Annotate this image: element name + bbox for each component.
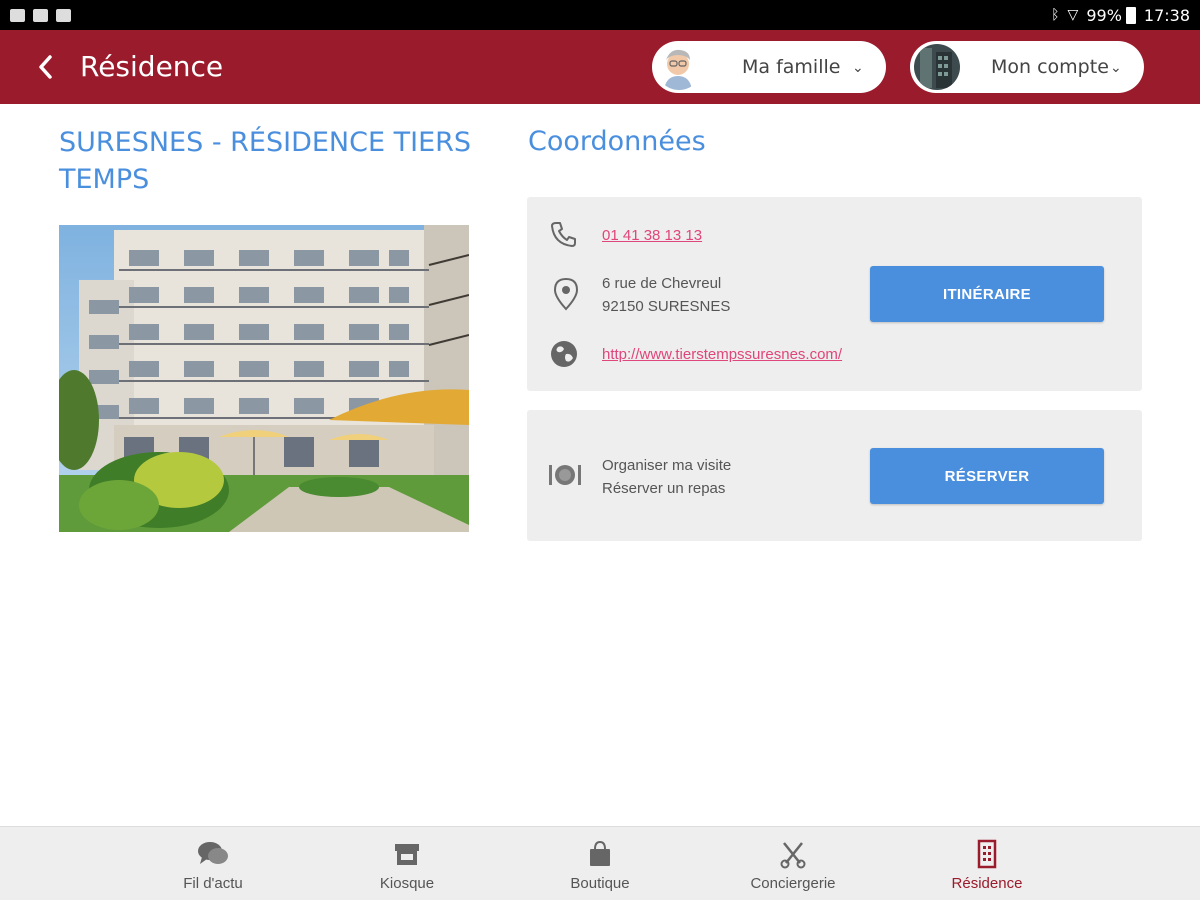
chat-bubbles-icon [196,839,230,869]
notification-icons [10,8,71,22]
document-notification-icon [33,8,48,22]
book-meal-text: Réserver un repas [602,480,726,497]
address-line-2: 92150 SURESNES [602,298,731,315]
chevron-down-icon: ⌄ [852,58,864,75]
nav-label: Boutique [570,875,630,892]
plate-cutlery-icon [547,460,583,490]
photo-notification-icon [56,8,71,22]
phone-icon [549,219,579,249]
back-button[interactable] [32,50,58,84]
app-bar: Résidence Ma famille ⌄ Mon compte ⌄ [0,30,1200,104]
address-line-1: 6 rue de Chevreul [602,275,722,292]
website-link[interactable]: http://www.tierstempssuresnes.com/ [602,343,842,366]
address: 6 rue de Chevreul 92150 SURESNES [602,272,730,318]
reserve-button[interactable]: RÉSERVER [870,448,1104,504]
location-pin-icon [551,277,581,311]
nav-label: Fil d'actu [183,875,243,892]
account-avatar [914,44,960,90]
phone-link[interactable]: 01 41 38 13 13 [602,224,702,247]
wifi-icon: ▽ [1067,7,1079,23]
booking-text: Organiser ma visite Réserver un repas [602,454,731,500]
gallery-notification-icon [10,8,25,22]
page-title: Résidence [80,50,224,83]
nav-item-boutique[interactable]: Boutique [520,827,680,901]
family-selector[interactable]: Ma famille ⌄ [652,41,886,93]
nav-item-fil-actu[interactable]: Fil d'actu [133,827,293,901]
chevron-down-icon: ⌄ [1110,58,1122,75]
nav-label: Conciergerie [750,875,836,892]
booking-card: Organiser ma visite Réserver un repas RÉ… [527,410,1142,541]
nav-item-residence[interactable]: Résidence [907,827,1067,901]
storefront-icon [390,839,424,869]
account-label: Mon compte [991,56,1109,78]
nav-label: Résidence [951,875,1023,892]
shopping-bag-icon [583,839,617,869]
contact-card: 01 41 38 13 13 6 rue de Chevreul 92150 S… [527,197,1142,391]
organize-visit-text: Organiser ma visite [602,457,732,474]
battery-percent: 99% [1086,5,1122,25]
battery-icon [1125,6,1136,24]
globe-icon [549,339,579,369]
residence-photo [59,225,469,532]
nav-label: Kiosque [379,875,435,892]
chevron-left-icon [39,55,52,79]
bluetooth-icon: ᛒ [1051,7,1060,23]
residence-name: SURESNES - RÉSIDENCE TIERS TEMPS [59,127,472,195]
itinerary-button[interactable]: ITINÉRAIRE [870,266,1104,322]
family-avatar [656,44,702,90]
account-selector[interactable]: Mon compte ⌄ [910,41,1144,93]
nav-item-kiosque[interactable]: Kiosque [327,827,487,901]
status-bar: ᛒ ▽ 99% 17:38 [0,0,1200,30]
family-label: Ma famille [742,56,841,78]
nav-item-conciergerie[interactable]: Conciergerie [713,827,873,901]
building-icon [970,839,1004,869]
scissors-icon [776,839,810,869]
coordinates-title: Coordonnées [528,126,706,157]
clock: 17:38 [1143,5,1190,25]
bottom-navigation: Fil d'actu Kiosque Boutique Conciergerie… [0,826,1200,900]
